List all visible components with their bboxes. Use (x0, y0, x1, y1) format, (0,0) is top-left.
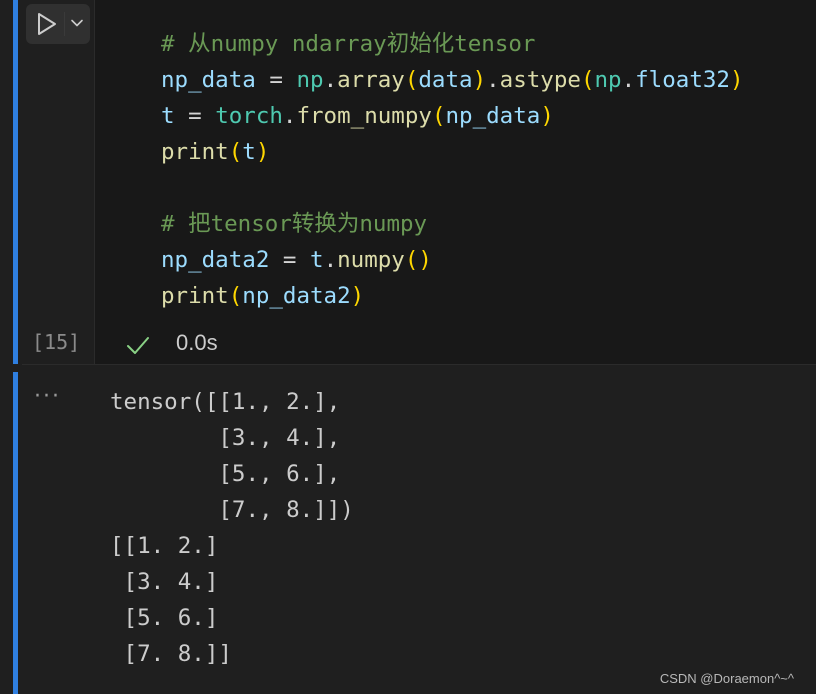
play-icon[interactable] (32, 10, 60, 38)
code-token: . (282, 103, 297, 129)
code-token: np (296, 67, 324, 93)
code-token: ( (580, 67, 595, 93)
code-token: # 把tensor转换为numpy (161, 211, 428, 237)
code-token: . (621, 67, 636, 93)
code-token: = (255, 67, 297, 93)
output-focus-bar (13, 372, 18, 694)
execution-time: 0.0s (176, 330, 218, 355)
code-token: # 从numpy ndarray初始化tensor (161, 31, 536, 57)
cell-output: tensor([[1., 2.], [3., 4.], [5., 6.], [7… (110, 384, 354, 672)
output-actions-ellipsis[interactable]: ··· (34, 384, 61, 409)
output-line: [[1. 2.] (110, 533, 219, 559)
code-token: np_data (161, 67, 256, 93)
code-token: torch (215, 103, 283, 129)
execution-count: [15] (32, 330, 81, 354)
output-line: [3., 4.], (110, 425, 341, 451)
cell-divider (22, 364, 816, 365)
code-token: () (404, 247, 432, 273)
code-token: ) (540, 103, 554, 129)
code-token: ) (472, 67, 487, 93)
code-token: np_data (445, 103, 541, 129)
output-line: [5., 6.], (110, 461, 341, 487)
code-line[interactable]: # 从numpy ndarray初始化tensor (161, 26, 744, 62)
code-token: print (161, 139, 229, 165)
cell-gutter (22, 0, 94, 364)
code-line[interactable]: print(t) (161, 134, 744, 170)
code-token: np_data2 (161, 247, 270, 273)
code-token: t (242, 139, 256, 165)
code-line[interactable]: np_data = np.array(data).astype(np.float… (161, 62, 744, 98)
code-token: astype (499, 67, 581, 93)
output-line: [3. 4.] (110, 569, 219, 595)
code-token: ( (431, 103, 446, 129)
output-line: [5. 6.] (110, 605, 219, 631)
code-line[interactable]: np_data2 = t.numpy() (161, 242, 744, 278)
code-token: t (310, 247, 324, 273)
code-editor[interactable]: # 从numpy ndarray初始化tensor np_data = np.ar… (94, 0, 816, 364)
code-token: = (269, 247, 311, 273)
output-line: [7., 8.]]) (110, 497, 354, 523)
code-token: print (161, 283, 229, 309)
code-line[interactable]: print(np_data2) (161, 278, 744, 314)
code-token: float32 (635, 67, 730, 93)
code-token: t (161, 103, 175, 129)
check-icon (127, 337, 149, 354)
code-token: array (337, 67, 405, 93)
run-cell-button[interactable] (26, 4, 90, 44)
code-token: ) (255, 139, 270, 165)
code-token: ) (729, 67, 744, 93)
run-button-divider (64, 12, 65, 36)
code-token: ( (228, 283, 243, 309)
watermark: CSDN @Doraemon^~^ (659, 671, 794, 686)
code-line[interactable] (161, 170, 744, 206)
code-token: np_data2 (242, 283, 351, 309)
code-token: np (594, 67, 622, 93)
code-line[interactable]: # 把tensor转换为numpy (161, 206, 744, 242)
code-line[interactable]: t = torch.from_numpy(np_data) (161, 98, 744, 134)
code-token: from_numpy (296, 103, 432, 129)
code-token: ( (228, 139, 243, 165)
code-token: numpy (337, 247, 405, 273)
code-token: data (418, 67, 473, 93)
code-content[interactable]: # 从numpy ndarray初始化tensor np_data = np.ar… (161, 26, 744, 314)
code-token: . (323, 247, 338, 273)
code-token: ) (350, 283, 365, 309)
code-token: . (486, 67, 500, 93)
code-token: . (323, 67, 338, 93)
code-token: = (174, 103, 216, 129)
output-line: [7. 8.]] (110, 641, 232, 667)
output-line: tensor([[1., 2.], (110, 389, 341, 415)
cell-focus-bar (13, 0, 18, 364)
code-token: ( (404, 67, 419, 93)
chevron-down-icon[interactable] (70, 16, 84, 30)
